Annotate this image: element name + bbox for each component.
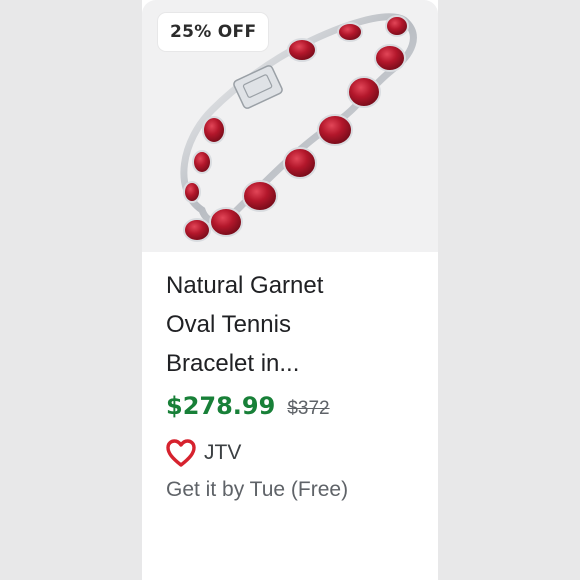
discount-badge: 25% OFF (158, 13, 269, 51)
product-title-line: Bracelet in... (166, 350, 300, 377)
product-card[interactable]: 25% OFF Natural Garnet Oval Tennis Brace… (142, 0, 438, 580)
right-background-panel (438, 0, 580, 580)
bracelet-clasp (233, 65, 283, 109)
product-title-line: Natural Garnet (166, 272, 324, 299)
seller-row[interactable]: JTV (166, 438, 241, 468)
left-background-panel (0, 0, 142, 580)
original-price: $372 (287, 398, 330, 419)
product-title[interactable]: Natural Garnet Oval Tennis Bracelet in..… (166, 266, 426, 383)
product-title-line: Oval Tennis (166, 311, 291, 338)
heart-logo-icon (166, 439, 196, 467)
seller-name: JTV (204, 441, 242, 464)
delivery-info: Get it by Tue (Free) (166, 478, 349, 501)
current-price: $278.99 (166, 392, 276, 420)
product-image-area[interactable]: 25% OFF (142, 0, 438, 252)
price-row: $278.99 $372 (166, 392, 330, 420)
